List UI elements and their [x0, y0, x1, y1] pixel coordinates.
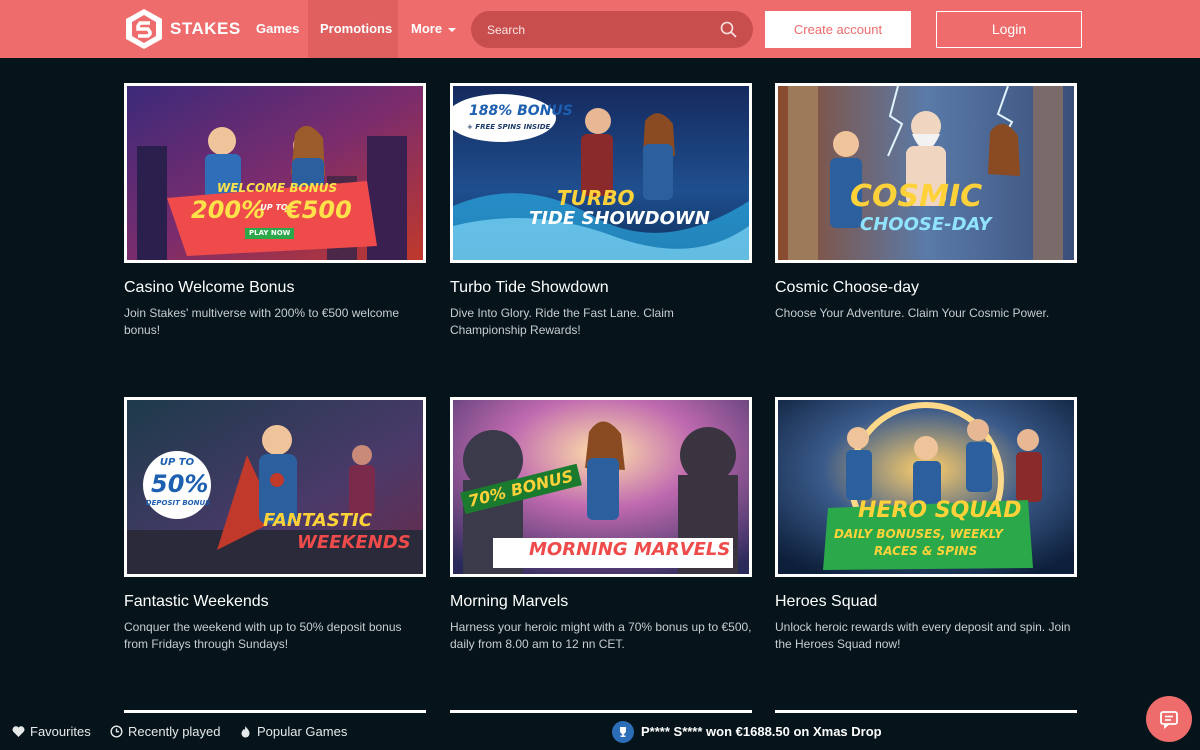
- banner-title-top: COSMIC: [850, 179, 983, 214]
- stakes-logo-icon: [126, 9, 162, 49]
- banner-headline: WELCOME BONUS: [217, 181, 338, 195]
- banner-deposit: DEPOSIT BONUS: [145, 499, 211, 507]
- login-button[interactable]: Login: [936, 11, 1082, 48]
- clock-icon: [110, 725, 123, 738]
- promo-card-fantastic-weekends[interactable]: UP TO 50% DEPOSIT BONUS FANTASTIC WEEKEN…: [124, 397, 426, 653]
- promo-title[interactable]: Casino Welcome Bonus: [124, 279, 426, 297]
- promo-description: Choose Your Adventure. Claim Your Cosmic…: [775, 306, 1050, 320]
- promo-title[interactable]: Cosmic Choose-day: [775, 279, 1077, 297]
- promo-title[interactable]: Heroes Squad: [775, 593, 1077, 611]
- banner-title-bottom: TIDE SHOWDOWN: [529, 208, 710, 229]
- promo-card-turbo-tide[interactable]: 188% BONUS + FREE SPINS INSIDE TURBO TID…: [450, 83, 752, 339]
- nav-more-dropdown[interactable]: More: [399, 0, 468, 58]
- banner-up-to: UP TO: [159, 457, 195, 468]
- promo-card-welcome-bonus[interactable]: WELCOME BONUS 200% UP TO €500 PLAY NOW C…: [124, 83, 426, 339]
- brand-name: STAKES: [170, 19, 241, 38]
- search-icon[interactable]: [720, 21, 737, 38]
- promo-banner-image[interactable]: WELCOME BONUS 200% UP TO €500 PLAY NOW: [124, 83, 426, 263]
- recently-played-label: Recently played: [128, 724, 221, 739]
- promo-description: Conquer the weekend with up to 50% depos…: [124, 620, 402, 651]
- promo-banner-image[interactable]: COSMIC CHOOSE-DAY: [775, 83, 1077, 263]
- banner-headline: 188% BONUS: [469, 103, 573, 119]
- banner-percent: 200%: [191, 196, 266, 224]
- promo-banner-image[interactable]: UP TO 50% DEPOSIT BONUS FANTASTIC WEEKEN…: [124, 397, 426, 577]
- search-input[interactable]: [487, 11, 707, 48]
- trophy-icon: [612, 720, 634, 743]
- live-chat-button[interactable]: [1146, 696, 1192, 742]
- winner-ticker[interactable]: P**** S**** won €1688.50 on Xmas Drop: [612, 713, 882, 750]
- banner-title: HERO SQUAD: [858, 498, 1022, 523]
- heart-icon: [12, 726, 25, 737]
- promo-banner-image[interactable]: HERO SQUAD DAILY BONUSES, WEEKLY RACES &…: [775, 397, 1077, 577]
- search-bar: [471, 11, 753, 48]
- banner-title-top: FANTASTIC: [263, 510, 372, 531]
- nav-promotions-label: Promotions: [320, 21, 393, 36]
- promo-banner-image[interactable]: 70% BONUS MORNING MARVELS: [450, 397, 752, 577]
- promo-card-morning-marvels[interactable]: 70% BONUS MORNING MARVELS Morning Marvel…: [450, 397, 752, 653]
- nav-more-label: More: [411, 21, 443, 36]
- promo-description: Unlock heroic rewards with every deposit…: [775, 620, 1071, 651]
- top-header: STAKES Games Promotions More Create acco…: [0, 0, 1200, 58]
- banner-subline: + FREE SPINS INSIDE: [467, 123, 551, 131]
- create-account-button[interactable]: Create account: [765, 11, 911, 48]
- brand-logo[interactable]: STAKES: [125, 8, 241, 50]
- banner-subline: DAILY BONUSES, WEEKLY: [834, 527, 1004, 541]
- bottom-bar: Favourites Recently played Popular Games…: [0, 713, 1200, 750]
- nav-promotions[interactable]: Promotions: [308, 0, 398, 58]
- favourites-label: Favourites: [30, 724, 91, 739]
- popular-games-link[interactable]: Popular Games: [239, 713, 347, 750]
- promo-description: Dive Into Glory. Ride the Fast Lane. Cla…: [450, 306, 674, 337]
- popular-games-label: Popular Games: [257, 724, 348, 739]
- promo-description: Harness your heroic might with a 70% bon…: [450, 620, 752, 651]
- promo-title[interactable]: Morning Marvels: [450, 593, 752, 611]
- chat-icon: [1160, 711, 1178, 729]
- promo-description: Join Stakes' multiverse with 200% to €50…: [124, 306, 400, 337]
- banner-percent: 50%: [151, 470, 209, 498]
- promo-title[interactable]: Fantastic Weekends: [124, 593, 426, 611]
- banner-amount: €500: [285, 196, 352, 224]
- banner-cta: PLAY NOW: [245, 228, 295, 239]
- nav-games[interactable]: Games: [244, 0, 311, 58]
- promo-banner-image[interactable]: 188% BONUS + FREE SPINS INSIDE TURBO TID…: [450, 83, 752, 263]
- promo-title[interactable]: Turbo Tide Showdown: [450, 279, 752, 297]
- favourites-link[interactable]: Favourites: [12, 713, 91, 750]
- promo-card-cosmic-choose-day[interactable]: COSMIC CHOOSE-DAY Cosmic Choose-day Choo…: [775, 83, 1077, 322]
- chevron-down-icon: [448, 27, 457, 32]
- flame-icon: [241, 726, 250, 738]
- banner-title-bottom: WEEKENDS: [297, 532, 411, 553]
- ticker-text: P**** S**** won €1688.50 on Xmas Drop: [641, 724, 882, 739]
- banner-title-top: TURBO: [557, 186, 635, 210]
- banner-title-bottom: CHOOSE-DAY: [860, 214, 992, 235]
- banner-subline-2: RACES & SPINS: [874, 544, 978, 558]
- recently-played-link[interactable]: Recently played: [110, 713, 221, 750]
- promo-card-heroes-squad[interactable]: HERO SQUAD DAILY BONUSES, WEEKLY RACES &…: [775, 397, 1077, 653]
- banner-title: MORNING MARVELS: [529, 539, 731, 560]
